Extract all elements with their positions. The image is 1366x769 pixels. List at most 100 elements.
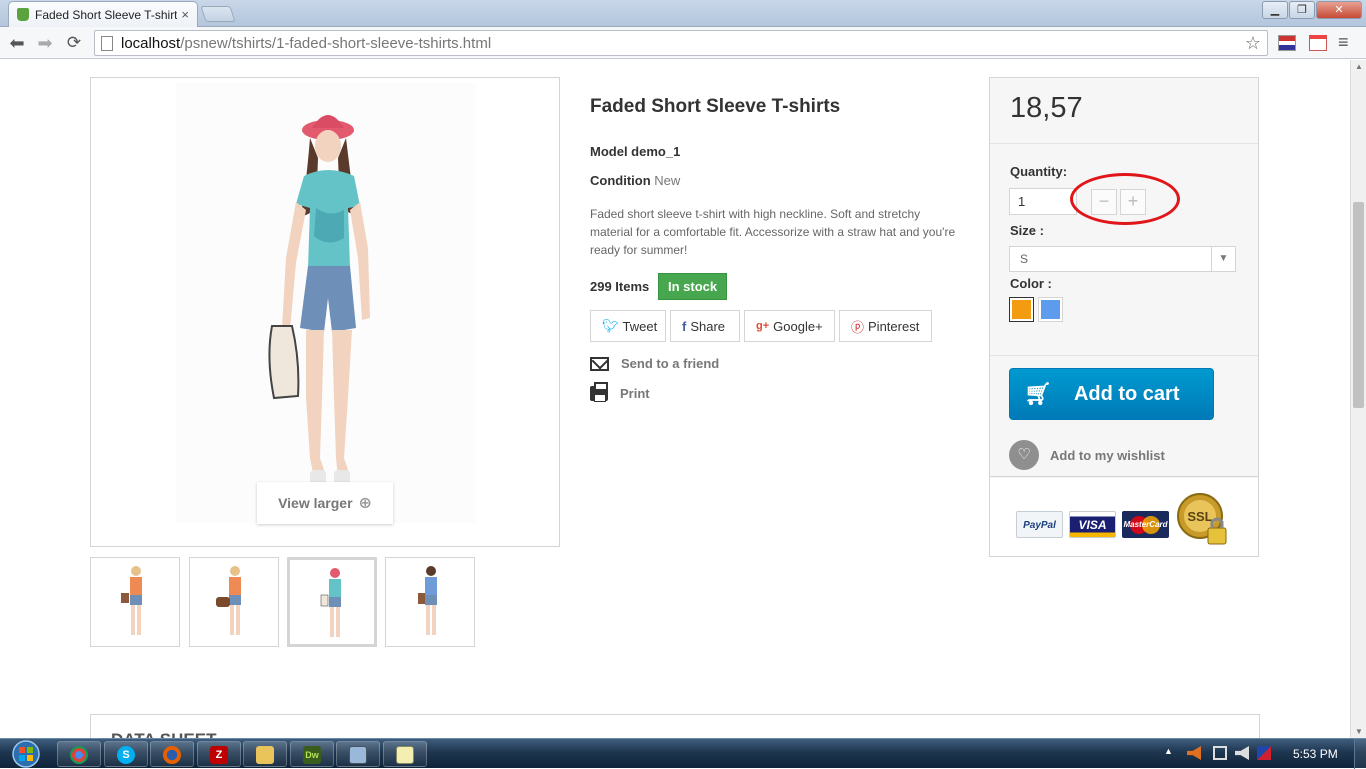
windows-start-button[interactable]	[4, 739, 48, 769]
view-larger-button[interactable]: View larger ⊕	[257, 482, 393, 524]
twitter-icon: 🐦︎	[602, 318, 619, 333]
heart-icon: ♡	[1009, 440, 1039, 470]
quantity-input[interactable]: 1	[1009, 188, 1077, 215]
window-close-button[interactable]: ✕	[1316, 1, 1362, 19]
taskbar-chrome-button[interactable]	[57, 741, 101, 767]
facebook-icon: f	[682, 318, 687, 334]
product-price: 18,57	[1010, 92, 1083, 124]
thumbnail-image	[320, 568, 341, 637]
extension-calendar-icon[interactable]	[1309, 35, 1327, 51]
chrome-menu-icon[interactable]: ≡	[1338, 33, 1356, 51]
envelope-icon	[590, 356, 609, 371]
red-annotation-circle	[1070, 173, 1180, 225]
google-plus-icon: g+	[756, 320, 770, 332]
mastercard-text: MasterCard	[1123, 520, 1168, 529]
tweet-label: Tweet	[622, 318, 658, 334]
view-larger-label: View larger	[278, 495, 353, 511]
new-tab-button[interactable]	[200, 6, 236, 22]
scroll-down-arrow-icon[interactable]: ▼	[1355, 727, 1363, 736]
thumbnail-image	[216, 566, 241, 635]
swatch-fill	[1041, 300, 1060, 319]
taskbar-explorer-button[interactable]	[243, 741, 287, 767]
scrollbar-thumb[interactable]	[1353, 202, 1364, 408]
size-label: Size :	[1010, 223, 1044, 238]
bookmark-star-icon[interactable]: ☆	[1245, 33, 1261, 54]
send-friend-label: Send to a friend	[621, 356, 720, 371]
window-minimize-button[interactable]: ▁	[1262, 1, 1288, 19]
size-select[interactable]: S ▼	[1009, 246, 1236, 272]
product-model: Model demo_1	[590, 144, 681, 159]
color-swatch-orange[interactable]	[1009, 297, 1034, 322]
show-desktop-button[interactable]	[1354, 739, 1366, 769]
product-description: Faded short sleeve t-shirt with high nec…	[590, 207, 956, 257]
payment-logos: PayPal VISA MasterCard SSL	[990, 478, 1258, 556]
taskbar-firefox-button[interactable]	[150, 741, 194, 767]
extension-flag-icon[interactable]	[1278, 35, 1296, 51]
product-thumbnail[interactable]	[385, 557, 475, 647]
product-title: Faded Short Sleeve T-shirts	[590, 96, 841, 117]
taskbar-window-button[interactable]	[336, 741, 380, 767]
wishlist-label: Add to my wishlist	[1050, 447, 1165, 463]
google-plus-button[interactable]: g+ Google+	[744, 310, 835, 342]
pinterest-button[interactable]: ⓟ Pinterest	[839, 310, 932, 342]
facebook-share-button[interactable]: f Share	[670, 310, 740, 342]
url-path: /psnew/tshirts/1-faded-short-sleeve-tshi…	[180, 34, 492, 52]
window-maximize-button[interactable]: ❐	[1289, 1, 1315, 19]
chevron-down-icon[interactable]: ▼	[1211, 247, 1235, 271]
taskbar-clock[interactable]: 5:53 PM	[1293, 747, 1338, 761]
windows-taskbar: S Z Dw ▲ 5:53 PM	[0, 738, 1366, 769]
thumbnail-image	[418, 566, 437, 635]
add-to-wishlist-link[interactable]: ♡ Add to my wishlist	[1009, 440, 1165, 470]
network-icon[interactable]	[1213, 746, 1227, 760]
volume-icon[interactable]	[1235, 746, 1249, 760]
mastercard-logo: MasterCard	[1122, 511, 1169, 538]
tray-expand-arrow-icon[interactable]: ▲	[1164, 746, 1173, 756]
back-arrow-icon[interactable]: ⬅	[6, 32, 28, 54]
product-image-block[interactable]: View larger ⊕	[90, 77, 560, 547]
address-bar[interactable]: localhost/psnew/tshirts/1-faded-short-sl…	[94, 30, 1268, 56]
scroll-up-arrow-icon[interactable]: ▲	[1355, 62, 1363, 71]
print-link[interactable]: Print	[590, 382, 650, 402]
browser-tab[interactable]: Faded Short Sleeve T-shirt ×	[8, 1, 198, 27]
speaker-alert-icon[interactable]	[1187, 746, 1201, 760]
tab-close-icon[interactable]: ×	[181, 7, 189, 22]
tweet-button[interactable]: 🐦︎ Tweet	[590, 310, 666, 342]
price-block: 18,57	[990, 78, 1258, 144]
zoom-in-icon: ⊕	[358, 495, 372, 512]
forward-arrow-icon[interactable]: ➡	[34, 32, 56, 54]
product-condition: Condition New	[590, 173, 680, 188]
taskbar-dreamweaver-button[interactable]: Dw	[290, 741, 334, 767]
pinterest-icon: ⓟ	[851, 319, 865, 335]
product-thumbnail[interactable]	[90, 557, 180, 647]
reload-icon[interactable]: ⟳	[63, 32, 85, 54]
taskbar-skype-button[interactable]: S	[104, 741, 148, 767]
taskbar-notepad-button[interactable]	[383, 741, 427, 767]
condition-value: New	[654, 173, 681, 188]
share-label: Share	[690, 318, 726, 334]
chrome-icon	[70, 746, 88, 764]
shop-favicon-icon	[17, 8, 29, 21]
color-label: Color :	[1010, 276, 1052, 291]
add-to-cart-button[interactable]: 🛒︎ Add to cart	[1009, 368, 1214, 420]
ssl-lock-badge: SSL	[1177, 493, 1227, 545]
add-to-cart-label: Add to cart	[1073, 382, 1180, 405]
items-quantity: 299 Items	[590, 279, 650, 294]
product-page: View larger ⊕ Faded Short Sleeve T-shirt…	[0, 60, 1350, 738]
product-thumbnail-selected[interactable]	[287, 557, 377, 647]
stock-status-badge: In stock	[658, 273, 728, 300]
product-thumbnail[interactable]	[189, 557, 279, 647]
condition-label: Condition	[590, 173, 651, 188]
send-to-friend-link[interactable]: Send to a friend	[590, 356, 719, 371]
page-icon	[101, 35, 113, 51]
color-swatch-blue[interactable]	[1038, 297, 1063, 322]
flag-icon[interactable]	[1257, 746, 1271, 760]
product-photo[interactable]	[236, 98, 416, 518]
skype-icon: S	[117, 746, 135, 764]
browser-tab-bar: Faded Short Sleeve T-shirt × ▁ ❐ ✕	[0, 0, 1366, 27]
taskbar-filezilla-button[interactable]: Z	[197, 741, 241, 767]
shopping-cart-icon: 🛒︎	[1024, 381, 1052, 406]
folder-icon	[256, 746, 274, 764]
page-scrollbar[interactable]: ▲ ▼	[1350, 60, 1366, 738]
thumbnail-image	[121, 566, 142, 635]
add-to-cart-block: 🛒︎ Add to cart ♡ Add to my wishlist	[990, 356, 1258, 477]
